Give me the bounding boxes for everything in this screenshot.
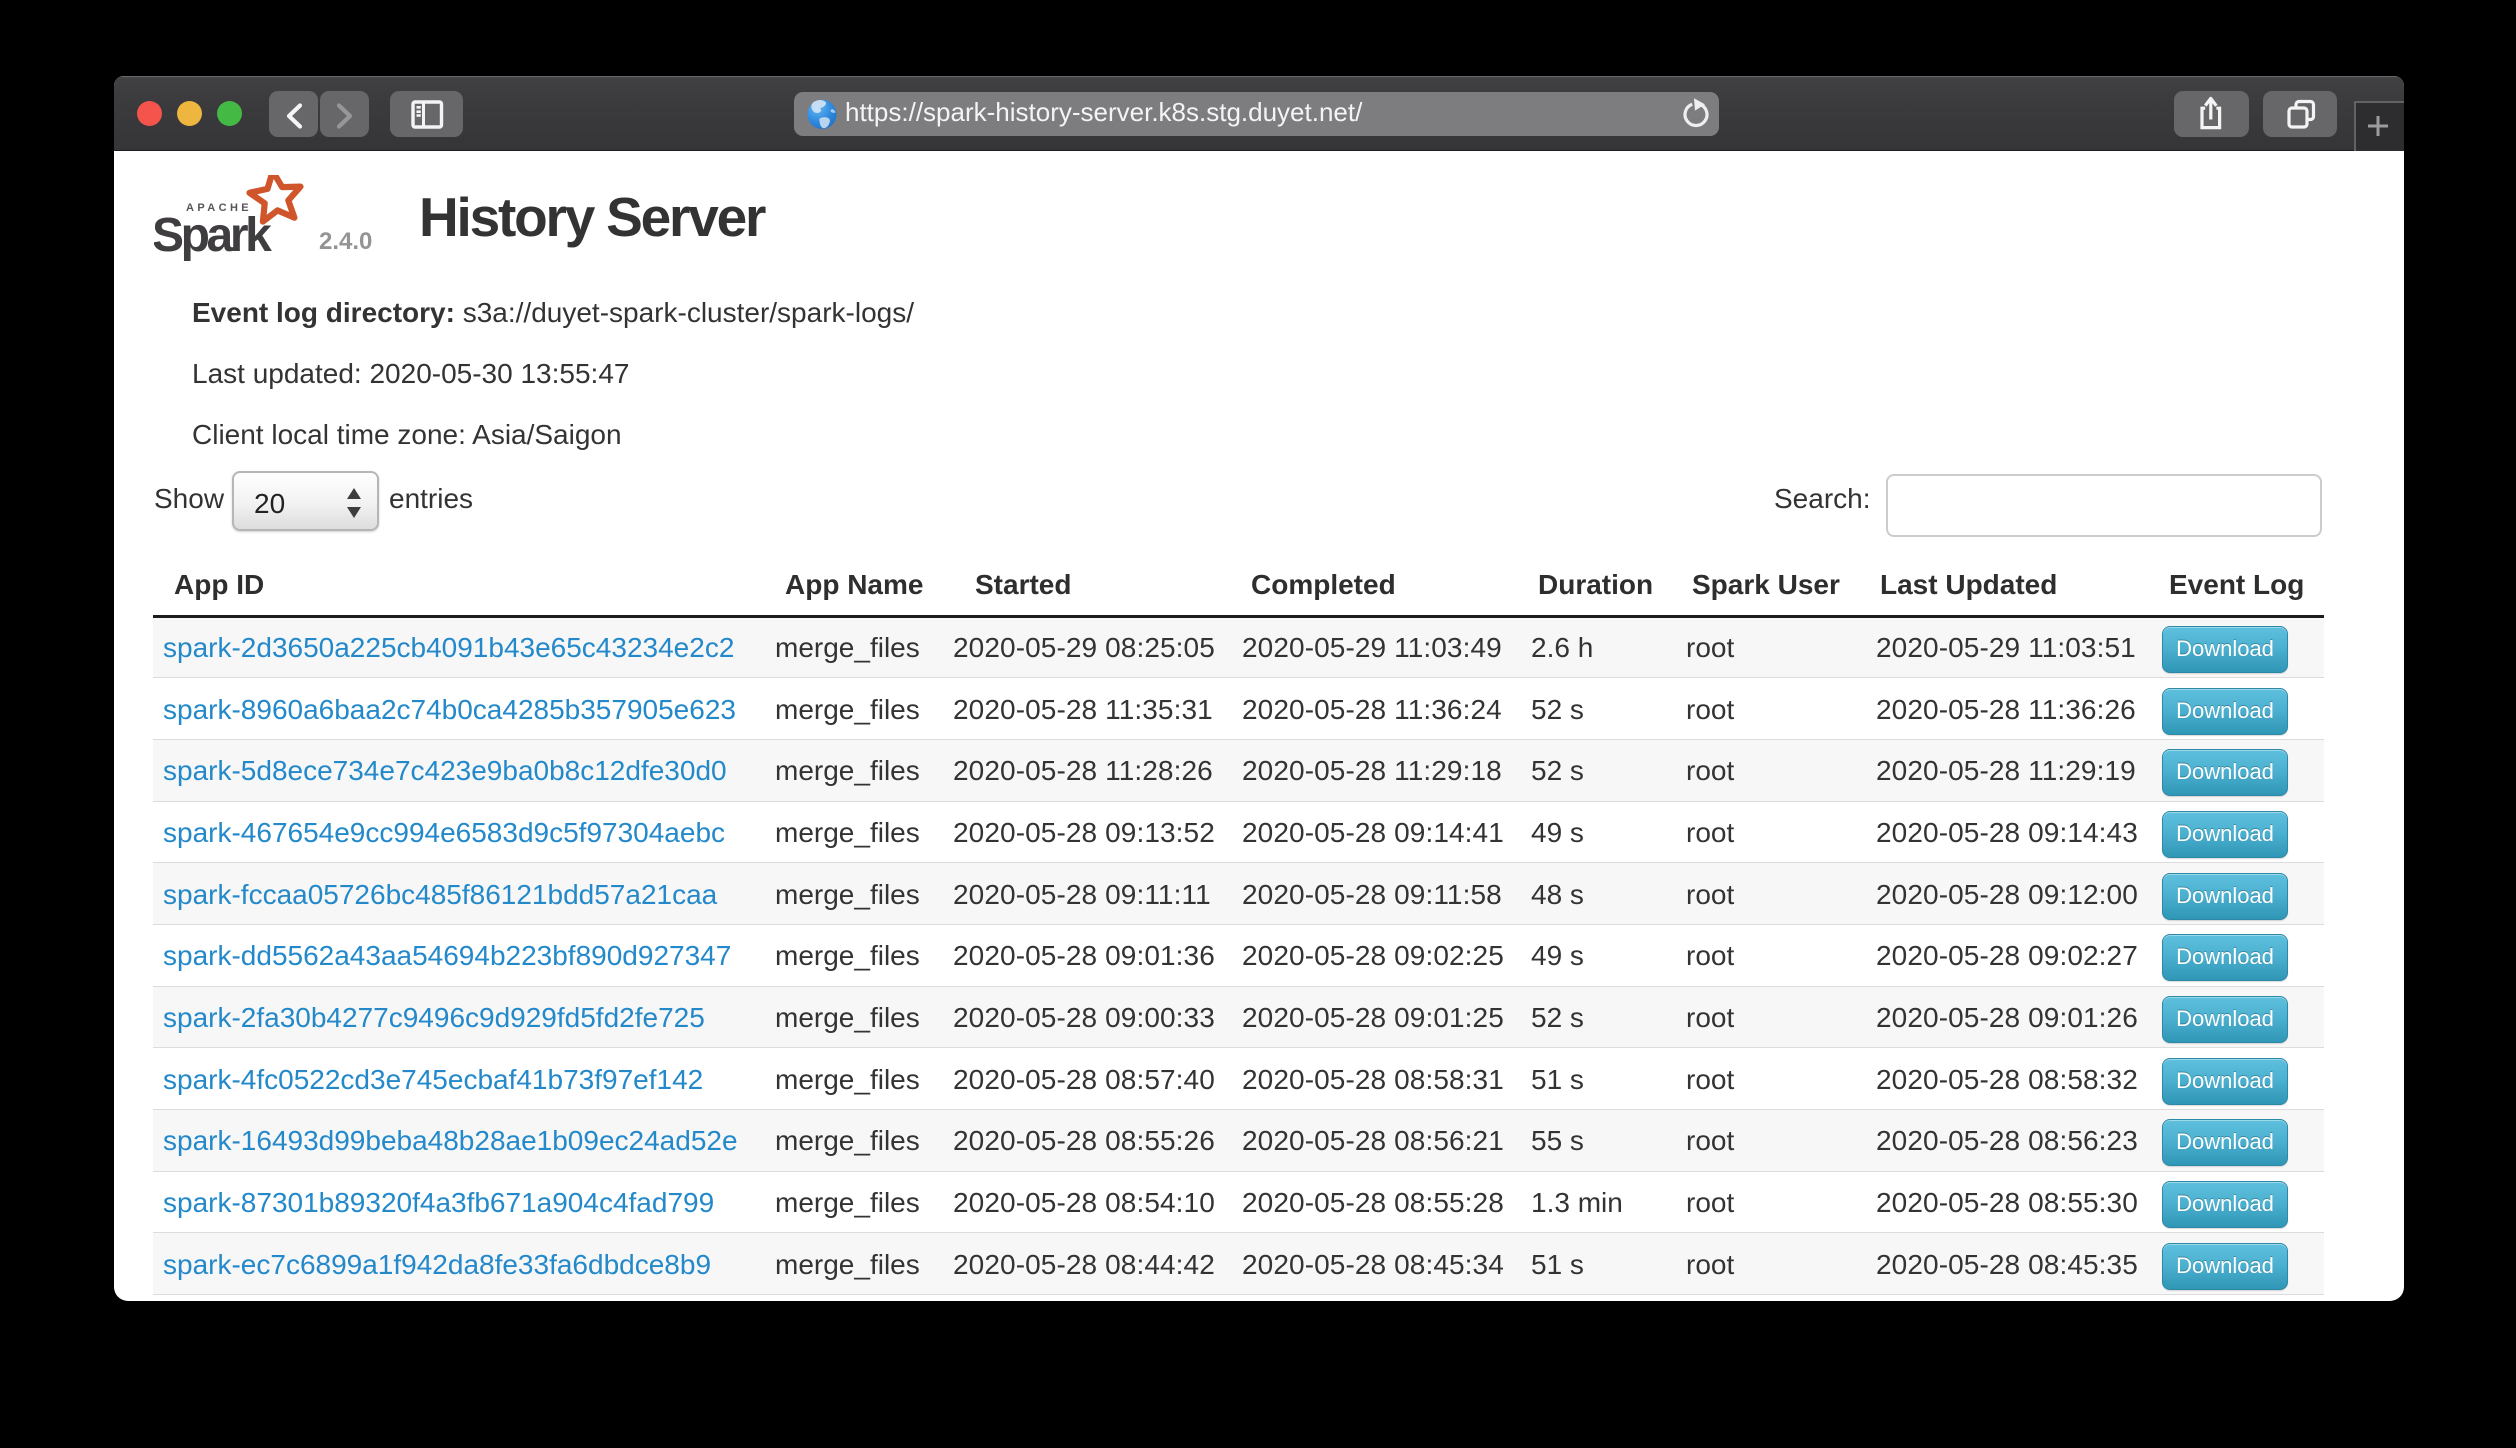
svg-text:Spark: Spark: [154, 209, 272, 262]
